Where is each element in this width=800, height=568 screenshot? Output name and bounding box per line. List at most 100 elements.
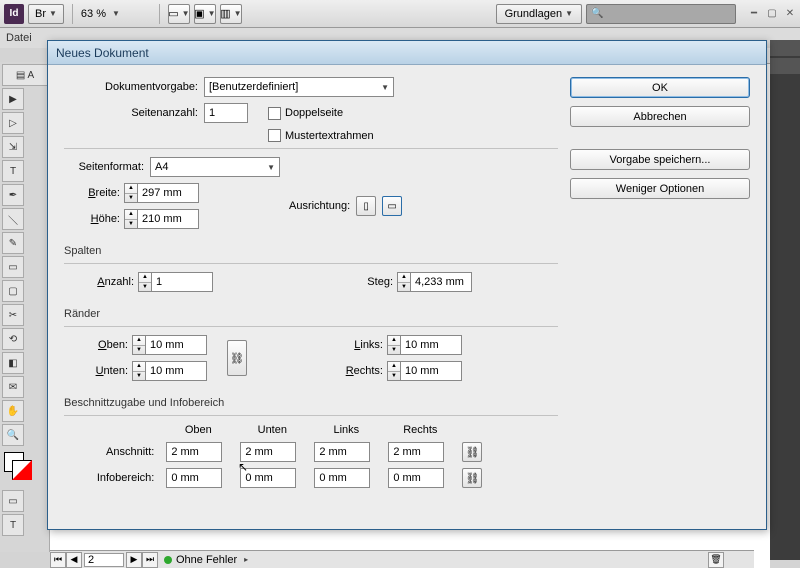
margin-bottom-field[interactable]: ▲▼: [132, 361, 207, 381]
line-tool[interactable]: ＼: [2, 208, 24, 230]
type-tool[interactable]: T: [2, 160, 24, 182]
restore-button[interactable]: ▢: [766, 8, 778, 20]
width-label: Breite:: [64, 187, 120, 199]
column-count-field[interactable]: ▲▼: [138, 272, 213, 292]
pages-tool[interactable]: ▤ A: [2, 64, 48, 86]
slug-label: Infobereich:: [64, 472, 156, 484]
slug-bottom-field[interactable]: [240, 468, 296, 488]
rect-tool[interactable]: ▢: [2, 280, 24, 302]
page-tool[interactable]: ⇲: [2, 136, 24, 158]
indesign-icon: Id: [4, 4, 24, 24]
page-number-field[interactable]: 2: [84, 553, 124, 567]
bleed-top-field[interactable]: [166, 442, 222, 462]
slug-right-field[interactable]: [388, 468, 444, 488]
col-header-top: Oben: [166, 424, 230, 436]
margin-top-label: Oben:: [64, 339, 128, 351]
col-header-left: Links: [314, 424, 378, 436]
doc-preset-select[interactable]: [Benutzerdefiniert]▼: [204, 77, 394, 97]
slug-left-field[interactable]: [314, 468, 370, 488]
pages-label: Seitenanzahl:: [64, 107, 204, 119]
separator: [159, 4, 160, 24]
page-size-label: Seitenformat:: [64, 161, 150, 173]
view-option-3[interactable]: ▥▼: [220, 4, 242, 24]
search-input[interactable]: 🔍: [586, 4, 736, 24]
view-option-2[interactable]: ▣▼: [194, 4, 216, 24]
fewer-options-button[interactable]: Weniger Optionen: [570, 178, 750, 199]
search-icon: 🔍: [591, 8, 603, 19]
link-margins-button[interactable]: ⛓: [227, 340, 247, 376]
chevron-down-icon: ▼: [49, 9, 57, 18]
pen-tool[interactable]: ✒: [2, 184, 24, 206]
fill-stroke-swatch[interactable]: [2, 452, 34, 484]
transform-tool[interactable]: ⟲: [2, 328, 24, 350]
gradient-tool[interactable]: ◧: [2, 352, 24, 374]
link-bleed-button[interactable]: ⛓: [462, 442, 482, 462]
last-page-button[interactable]: ⏭: [142, 552, 158, 568]
column-count-label: Anzahl:: [64, 276, 134, 288]
pencil-tool[interactable]: ✎: [2, 232, 24, 254]
pages-field[interactable]: [204, 103, 248, 123]
trash-icon[interactable]: 🗑: [708, 552, 724, 568]
window-controls: ━ ▢ ✕: [748, 8, 796, 20]
height-field[interactable]: ▲▼: [124, 209, 199, 229]
height-label: Höhe:: [64, 213, 120, 225]
minimize-button[interactable]: ━: [748, 8, 760, 20]
right-panel-dock[interactable]: [770, 40, 800, 560]
workspace-select[interactable]: Grundlagen▼: [496, 4, 582, 24]
dialog-title: Neues Dokument: [48, 41, 766, 65]
page-size-select[interactable]: A4▼: [150, 157, 280, 177]
cancel-button[interactable]: Abbrechen: [570, 106, 750, 127]
save-preset-button[interactable]: Vorgabe speichern...: [570, 149, 750, 170]
link-slug-button[interactable]: ⛓: [462, 468, 482, 488]
width-field[interactable]: ▲▼: [124, 183, 199, 203]
margin-left-field[interactable]: ▲▼: [387, 335, 462, 355]
doc-preset-label: Dokumentvorgabe:: [64, 81, 204, 93]
bleed-bottom-field[interactable]: [240, 442, 296, 462]
separator: [72, 4, 73, 24]
tool-panel: ▤ A ▶ ▷ ⇲ T ✒ ＼ ✎ ▭ ▢ ✂ ⟲ ◧ ✉ ✋ 🔍 ▭ T ■ …: [0, 62, 50, 552]
bleed-label: Anschnitt:: [64, 446, 156, 458]
orientation-label: Ausrichtung:: [289, 200, 350, 212]
apply-text[interactable]: T: [2, 514, 24, 536]
slug-top-field[interactable]: [166, 468, 222, 488]
chevron-down-icon: ▼: [112, 9, 120, 18]
direct-selection-tool[interactable]: ▷: [2, 112, 24, 134]
bleed-section-title: Beschnittzugabe und Infobereich: [64, 397, 558, 409]
frame-tool[interactable]: ▭: [2, 256, 24, 278]
gutter-label: Steg:: [353, 276, 393, 288]
col-header-bottom: Unten: [240, 424, 304, 436]
apply-fill[interactable]: ▭: [2, 490, 24, 512]
bridge-button[interactable]: Br▼: [28, 4, 64, 24]
new-document-dialog: Neues Dokument Dokumentvorgabe: [Benutze…: [47, 40, 767, 530]
chevron-down-icon: ▼: [267, 163, 275, 172]
prev-page-button[interactable]: ◀: [66, 552, 82, 568]
landscape-button[interactable]: ▭: [382, 196, 402, 216]
status-dot-icon: [164, 556, 172, 564]
page-navigator: ⏮ ◀ 2 ▶ ⏭ Ohne Fehler▸ 🗑: [50, 550, 754, 568]
master-text-frame-checkbox[interactable]: Mustertextrahmen: [268, 129, 374, 142]
margins-section-title: Ränder: [64, 308, 558, 320]
bleed-right-field[interactable]: [388, 442, 444, 462]
zoom-tool[interactable]: 🔍: [2, 424, 24, 446]
scissors-tool[interactable]: ✂: [2, 304, 24, 326]
hand-tool[interactable]: ✋: [2, 400, 24, 422]
selection-tool[interactable]: ▶: [2, 88, 24, 110]
margin-top-field[interactable]: ▲▼: [132, 335, 207, 355]
portrait-button[interactable]: ▯: [356, 196, 376, 216]
first-page-button[interactable]: ⏮: [50, 552, 66, 568]
bleed-left-field[interactable]: [314, 442, 370, 462]
note-tool[interactable]: ✉: [2, 376, 24, 398]
col-header-right: Rechts: [388, 424, 452, 436]
margin-right-field[interactable]: ▲▼: [387, 361, 462, 381]
preflight-status[interactable]: Ohne Fehler▸: [164, 554, 248, 566]
ok-button[interactable]: OK: [570, 77, 750, 98]
margin-left-label: Links:: [327, 339, 383, 351]
zoom-select[interactable]: 63 %▼: [81, 8, 151, 20]
gutter-field[interactable]: ▲▼: [397, 272, 472, 292]
next-page-button[interactable]: ▶: [126, 552, 142, 568]
chevron-down-icon: ▼: [381, 83, 389, 92]
facing-pages-checkbox[interactable]: Doppelseite: [268, 107, 343, 120]
menu-file[interactable]: Datei: [6, 32, 32, 44]
close-button[interactable]: ✕: [784, 8, 796, 20]
view-option-1[interactable]: ▭▼: [168, 4, 190, 24]
